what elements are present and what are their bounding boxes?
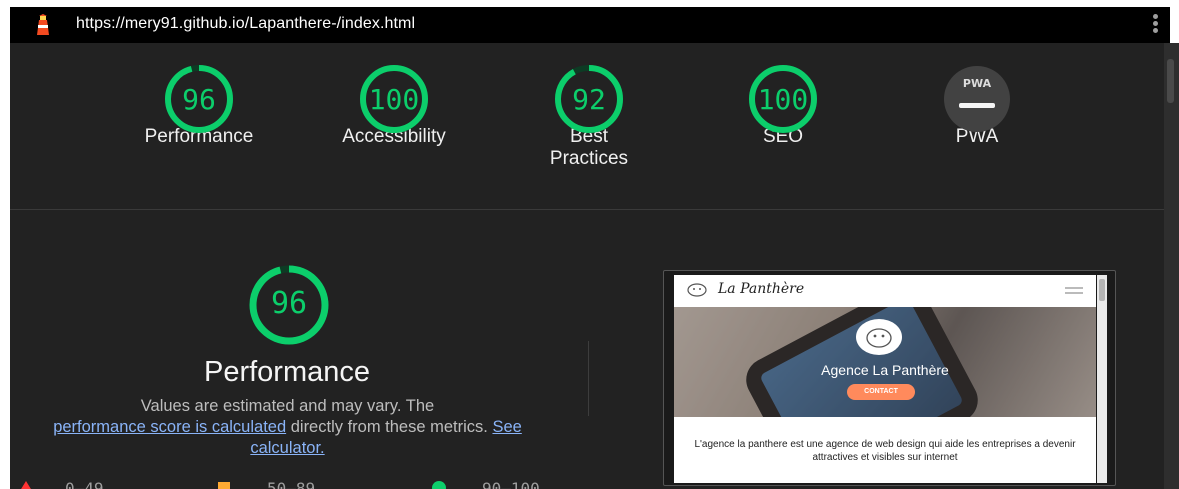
score-legend: 0–49 50–89 90–100 [10,479,570,489]
section-title: Performance [203,356,370,388]
score-value: 92 [572,83,606,116]
more-options-icon[interactable] [1149,14,1161,36]
performance-gauge-large: 96 [216,264,362,348]
gauge-pwa[interactable]: PWA PWA [912,63,1042,148]
vertical-divider [588,341,589,416]
site-header: La Panthère [674,275,1096,307]
description-text: Values are estimated and may vary. The [140,397,435,415]
preview-scrollbar [1097,275,1107,483]
browser-address-bar: https://mery91.github.io/Lapanthere-/ind… [10,7,1170,43]
score-value: 100 [368,83,420,116]
gauge-performance[interactable]: 96 Performance [134,63,264,148]
performance-description: Values are estimated and may vary. The p… [15,396,560,459]
site-name: La Panthère [718,281,805,297]
score-value: 96 [182,83,216,116]
page-url[interactable]: https://mery91.github.io/Lapanthere-/ind… [76,15,415,33]
lighthouse-report: 96 Performance 100 Accessibility 92 Best… [10,43,1170,489]
hero-banner: Agence La Panthère CONTACT [674,307,1096,417]
gauge-accessibility[interactable]: 100 Accessibility [329,63,459,148]
menu-icon [1065,287,1083,297]
score-calculated-link[interactable]: performance score is calculated [53,418,286,436]
score-value: 100 [757,83,809,116]
gauge-best-practices[interactable]: 92 Best Practices [524,63,654,170]
page-scrollbar[interactable] [1164,43,1179,489]
hero-title: Agence La Panthère [821,362,949,378]
panther-logo-icon [687,283,707,297]
pwa-badge-icon [944,66,1010,132]
fail-triangle-icon [18,481,34,489]
pass-circle-icon [432,481,446,489]
legend-pass: 90–100 [482,479,540,489]
contact-button: CONTACT [847,384,915,400]
pwa-badge-text: PWA [962,77,992,90]
legend-average: 50–89 [267,479,316,489]
section-divider [10,209,1170,210]
score-value: 96 [270,286,308,321]
website-preview: La Panthère Agence La Panthère CONTACT L… [674,275,1096,483]
hero-logo-icon [856,319,902,355]
lighthouse-icon [37,14,49,35]
site-intro-text: L'agence la panthere est une agence de w… [694,439,1076,463]
final-screenshot: La Panthère Agence La Panthère CONTACT L… [663,270,1116,486]
gauge-seo[interactable]: 100 SEO [718,63,848,148]
description-text: directly from these metrics. [286,418,488,436]
legend-fail: 0–49 [65,479,104,489]
average-square-icon [218,482,230,489]
